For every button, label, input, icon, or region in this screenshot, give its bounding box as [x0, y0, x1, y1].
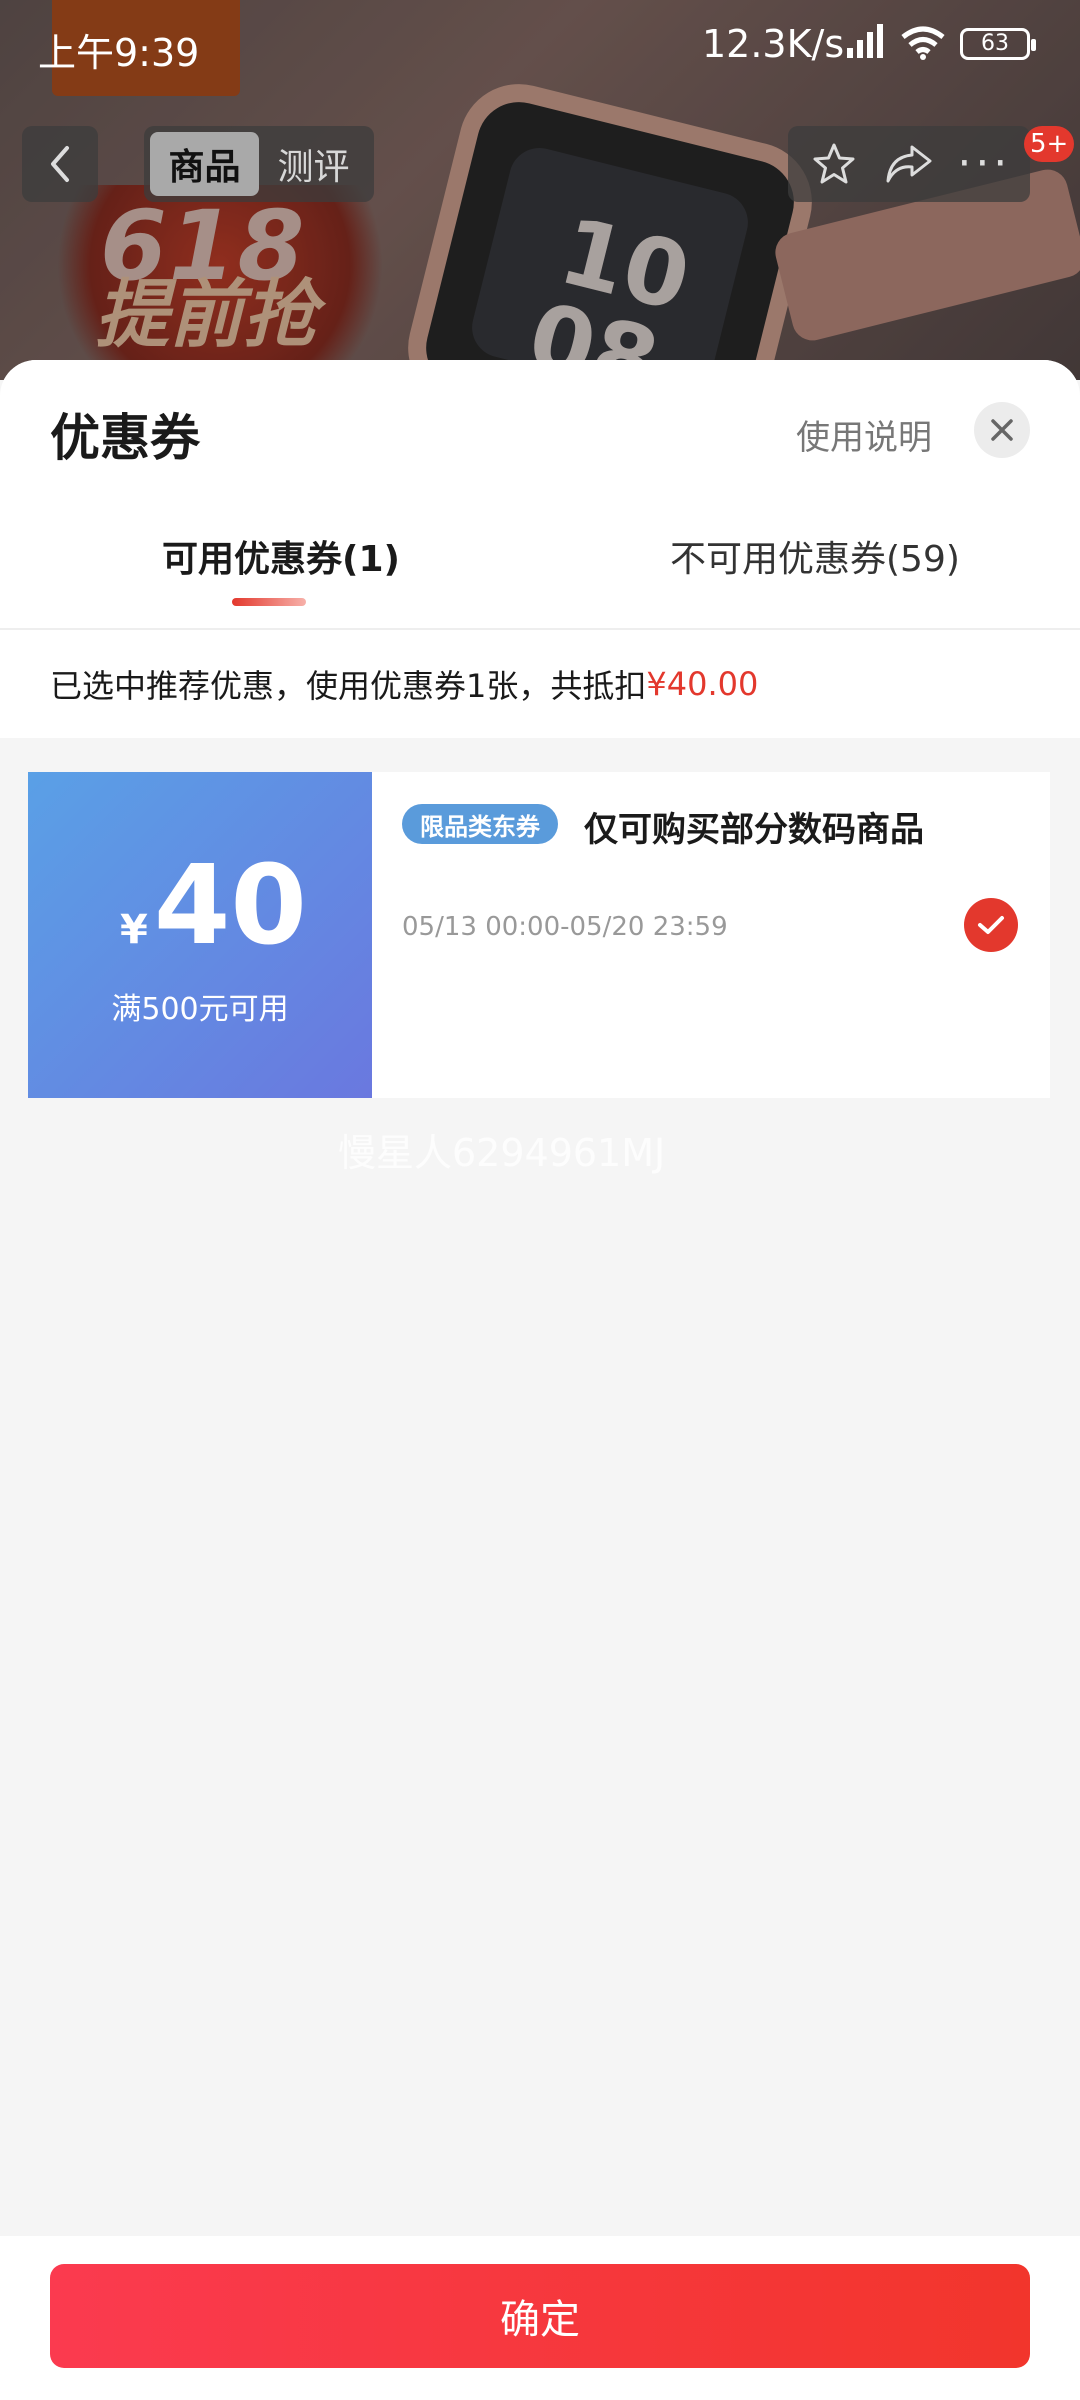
active-tab-indicator [232, 598, 306, 606]
watermark: 慢星人6294961MJ [338, 1131, 666, 1175]
coupon-validity: 05/13 00:00-05/20 23:59 [402, 912, 728, 942]
tab-available-coupons[interactable]: 可用优惠券(1) [162, 530, 400, 582]
star-icon [813, 143, 855, 184]
status-bar: 上午9:39 12.3K/s 63 [0, 0, 1080, 90]
coupon-value-panel: ¥ 40 满500元可用 [22, 772, 372, 1098]
coupon-details: 限品类东券 仅可购买部分数码商品 05/13 00:00-05/20 23:59 [372, 772, 1050, 1098]
summary-amount: ¥40.00 [646, 665, 759, 703]
back-button[interactable] [22, 126, 98, 202]
share-button[interactable] [881, 136, 937, 192]
close-button[interactable] [974, 402, 1030, 458]
status-time: 上午9:39 [38, 31, 200, 75]
product-tab-group: 商品 测评 [144, 126, 374, 202]
tab-review[interactable]: 测评 [259, 132, 368, 196]
coupon-title: 仅可购买部分数码商品 [584, 810, 924, 850]
more-button[interactable]: ··· [956, 136, 1012, 192]
share-icon [886, 145, 932, 183]
more-icon: ··· [957, 138, 1012, 189]
usage-instructions-link[interactable]: 使用说明 [796, 410, 932, 459]
signal-icon [847, 24, 883, 58]
confirm-button[interactable]: 确定 [50, 2264, 1030, 2368]
tab-unavailable-coupons[interactable]: 不可用优惠券(59) [670, 530, 960, 582]
coupon-currency: ¥ [120, 907, 148, 953]
summary-text: 已选中推荐优惠，使用优惠券1张，共抵扣 [50, 667, 647, 705]
chevron-left-icon [51, 146, 69, 182]
battery-icon: 63 [960, 28, 1036, 60]
cart-badge: 5+ [1024, 126, 1075, 162]
nav-actions: ··· [788, 126, 1030, 202]
network-speed: 12.3K/s [702, 22, 845, 66]
bottom-action-bar: 确定 [0, 2236, 1080, 2400]
coupon-selected-checkbox[interactable] [964, 898, 1018, 952]
coupon-tabs: 可用优惠券(1) 不可用优惠券(59) [0, 530, 1080, 630]
sheet-header: 优惠券 使用说明 可用优惠券(1) 不可用优惠券(59) [0, 360, 1080, 630]
coupon-amount-value: 40 [153, 841, 307, 969]
sheet-title: 优惠券 [50, 409, 200, 467]
favorite-button[interactable] [806, 136, 862, 192]
selection-summary: 已选中推荐优惠，使用优惠券1张，共抵扣 ¥40.00 [0, 630, 1080, 738]
check-icon [978, 916, 1004, 934]
close-icon [991, 419, 1013, 441]
coupon-condition: 满500元可用 [111, 992, 289, 1027]
wifi-icon [901, 26, 945, 60]
tab-product[interactable]: 商品 [150, 132, 259, 196]
coupon-sheet: 优惠券 使用说明 可用优惠券(1) 不可用优惠券(59) 已选中推荐优惠，使用优… [0, 360, 1080, 2400]
coupon-category-tag: 限品类东券 [402, 804, 558, 844]
coupon-amount: ¥ 40 [120, 850, 307, 960]
coupon-card[interactable]: ¥ 40 满500元可用 限品类东券 仅可购买部分数码商品 05/13 00:0… [22, 772, 1050, 1098]
